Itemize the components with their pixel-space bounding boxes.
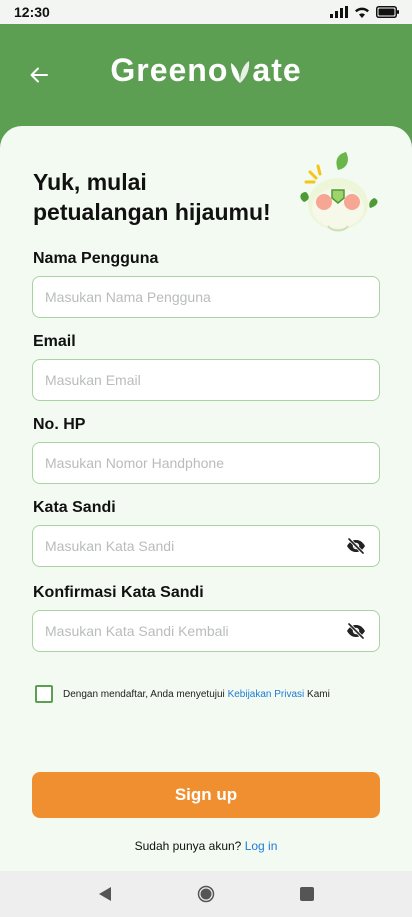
headline-line-1: Yuk, mulai	[33, 169, 147, 195]
signup-button[interactable]: Sign up	[32, 772, 380, 818]
password-label: Kata Sandi	[33, 499, 116, 516]
agreement-prefix: Dengan mendaftar, Anda menyetujui	[63, 688, 228, 700]
mascot-illustration	[300, 152, 378, 232]
confirm-password-label: Konfirmasi Kata Sandi	[33, 584, 204, 601]
toggle-confirm-password-visibility-button[interactable]	[345, 620, 367, 642]
battery-icon	[376, 6, 399, 18]
email-label: Email	[33, 333, 76, 350]
app-logo: Greeno ate	[0, 52, 412, 89]
signal-icon	[330, 6, 348, 18]
wifi-icon	[355, 7, 369, 18]
app-logo-text-start: Greeno	[110, 52, 229, 88]
system-nav-bar	[0, 871, 412, 917]
agreement-suffix: Kami	[304, 688, 330, 700]
nav-recents-button[interactable]	[300, 887, 314, 901]
password-field-box	[32, 525, 380, 567]
privacy-agreement-text: Dengan mendaftar, Anda menyetujui Kebija…	[63, 689, 330, 700]
privacy-agreement-checkbox[interactable]	[35, 685, 53, 703]
app-header: Greeno ate	[0, 24, 412, 128]
email-field-box	[32, 359, 380, 401]
confirm-password-field-box	[32, 610, 380, 652]
leaf-icon	[231, 60, 250, 83]
login-prompt-text: Sudah punya akun?	[134, 839, 245, 853]
login-link[interactable]: Log in	[245, 839, 278, 853]
square-recents-icon	[300, 887, 314, 901]
confirm-password-input[interactable]	[45, 623, 345, 639]
eye-off-icon	[347, 538, 365, 554]
privacy-agreement-row: Dengan mendaftar, Anda menyetujui Kebija…	[35, 685, 330, 703]
app-logo-text-end: ate	[252, 52, 302, 88]
status-time: 12:30	[14, 4, 50, 20]
password-input[interactable]	[45, 538, 345, 554]
page-headline: Yuk, mulai petualangan hijaumu!	[33, 167, 293, 227]
status-bar: 12:30	[0, 0, 412, 24]
phone-label: No. HP	[33, 416, 86, 433]
username-label: Nama Pengguna	[33, 250, 159, 267]
signup-card: Yuk, mulai petualangan hijaumu! Nama Pen…	[0, 126, 412, 871]
toggle-password-visibility-button[interactable]	[345, 535, 367, 557]
nav-back-button[interactable]	[98, 886, 112, 902]
status-icons	[330, 6, 400, 18]
triangle-back-icon	[99, 887, 111, 901]
circle-home-icon	[197, 885, 215, 903]
eye-off-icon	[347, 623, 365, 639]
phone-field-box	[32, 442, 380, 484]
privacy-policy-link[interactable]: Kebijakan Privasi	[228, 689, 305, 700]
email-input[interactable]	[45, 372, 367, 388]
headline-line-2: petualangan hijaumu!	[33, 199, 271, 225]
username-field-box	[32, 276, 380, 318]
login-prompt-row: Sudah punya akun? Log in	[0, 839, 412, 853]
username-input[interactable]	[45, 289, 367, 305]
phone-input[interactable]	[45, 455, 367, 471]
nav-home-button[interactable]	[197, 885, 215, 903]
